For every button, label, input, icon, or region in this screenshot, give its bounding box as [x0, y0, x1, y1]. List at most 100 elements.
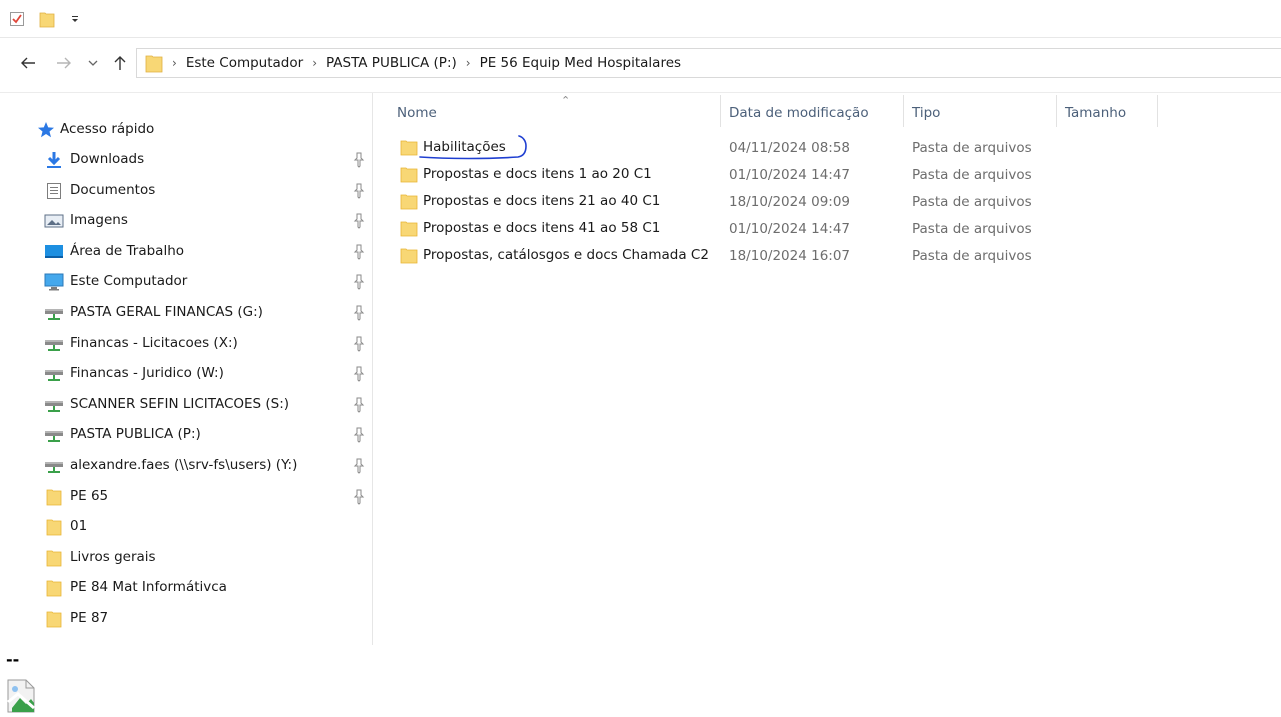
file-name[interactable]: Propostas, catálosgos e docs Chamada C2	[423, 247, 709, 263]
document-icon	[44, 181, 64, 201]
pin-icon[interactable]	[352, 274, 366, 291]
column-header-label: Tipo	[912, 105, 941, 121]
folder-icon	[400, 140, 418, 156]
column-header-name[interactable]: Nome ⌃	[389, 94, 719, 128]
file-date: 04/11/2024 08:58	[729, 140, 851, 156]
sidebar-item[interactable]: Livros gerais	[0, 543, 372, 573]
sidebar-item[interactable]: PASTA PUBLICA (P:)	[0, 420, 372, 450]
sidebar-item-label: Downloads	[70, 151, 145, 167]
recent-dropdown-icon[interactable]	[86, 52, 100, 74]
network-drive-icon	[44, 364, 64, 384]
file-row[interactable]: Propostas e docs itens 41 ao 58 C1 01/10/…	[394, 216, 1174, 243]
pin-icon[interactable]	[352, 366, 366, 382]
text-separator: --	[6, 650, 20, 669]
sidebar-item[interactable]: PE 87	[0, 604, 372, 634]
back-arrow-icon[interactable]	[16, 52, 40, 74]
sidebar-item[interactable]: Financas - Juridico (W:)	[0, 359, 372, 389]
breadcrumb-este-computador[interactable]: Este Computador	[186, 55, 303, 71]
sidebar-item-label: Financas - Licitacoes (X:)	[70, 334, 238, 351]
folder-icon	[44, 548, 64, 568]
file-name[interactable]: Propostas e docs itens 1 ao 20 C1	[423, 166, 652, 182]
file-date: 01/10/2024 14:47	[729, 167, 851, 183]
sidebar-item-label: Este Computador	[70, 273, 188, 290]
computer-icon	[44, 272, 64, 292]
sidebar-item-label: alexandre.faes (\\srv-fs\users) (Y:)	[70, 457, 298, 473]
star-icon	[36, 120, 56, 140]
sidebar-item-label: PASTA GERAL FINANCAS (G:)	[70, 304, 263, 320]
pin-icon[interactable]	[352, 244, 366, 260]
breadcrumb-chevron-icon[interactable]: ›	[312, 56, 317, 70]
file-row[interactable]: Propostas, catálosgos e docs Chamada C2 1…	[394, 243, 1174, 270]
address-bar[interactable]: › Este Computador › PASTA PUBLICA (P:) ›…	[136, 48, 1281, 78]
forward-arrow-icon[interactable]	[52, 52, 76, 74]
sidebar-item-label: PE 65	[70, 487, 109, 504]
folder-icon	[44, 517, 64, 537]
column-header-type[interactable]: Tipo	[904, 98, 1056, 128]
customize-dropdown-icon[interactable]	[66, 10, 84, 28]
sidebar-item[interactable]: 01	[0, 512, 372, 542]
sidebar-item[interactable]: Imagens	[0, 206, 372, 236]
sidebar-item[interactable]: Documentos	[0, 176, 372, 206]
folder-icon	[400, 167, 418, 183]
sidebar-item[interactable]: alexandre.faes (\\srv-fs\users) (Y:)	[0, 451, 372, 481]
folder-icon	[400, 248, 418, 264]
column-header-size[interactable]: Tamanho	[1057, 98, 1157, 128]
sidebar-item-label: Área de Trabalho	[70, 242, 185, 259]
pin-icon[interactable]	[352, 427, 366, 444]
sidebar-item[interactable]: Financas - Licitacoes (X:)	[0, 329, 372, 359]
column-header-date[interactable]: Data de modificação	[721, 98, 903, 128]
breadcrumb-current-folder[interactable]: PE 56 Equip Med Hospitalares	[480, 55, 681, 71]
sidebar-item-label: Acesso rápido	[60, 121, 155, 137]
up-arrow-icon[interactable]	[108, 52, 132, 74]
pin-icon[interactable]	[352, 213, 366, 229]
file-row[interactable]: Propostas e docs itens 21 ao 40 C1 18/10/…	[394, 189, 1174, 216]
file-name[interactable]: Propostas e docs itens 41 ao 58 C1	[423, 220, 660, 236]
sidebar-item[interactable]: PE 84 Mat Informátivca	[0, 573, 372, 603]
broken-image-icon	[4, 678, 40, 713]
column-header-label: Nome	[397, 105, 437, 121]
pin-icon[interactable]	[352, 489, 366, 505]
sidebar-item[interactable]: PE 65	[0, 482, 372, 512]
sidebar-item-label: Documentos	[70, 181, 156, 198]
navigation-pane: Acesso rápido Downloads Documentos Imagens…	[0, 93, 373, 645]
file-type: Pasta de arquivos	[912, 221, 1032, 237]
sidebar-item-label: Financas - Juridico (W:)	[70, 365, 224, 382]
network-drive-icon	[44, 425, 64, 445]
sidebar-item-label: PASTA PUBLICA (P:)	[70, 426, 201, 443]
file-row[interactable]: Propostas e docs itens 1 ao 20 C1 01/10/2…	[394, 162, 1174, 189]
sidebar-item[interactable]: Área de Trabalho	[0, 237, 372, 267]
file-type: Pasta de arquivos	[912, 248, 1032, 264]
file-date: 18/10/2024 16:07	[729, 248, 851, 264]
pin-icon[interactable]	[352, 397, 366, 413]
network-drive-icon	[44, 395, 64, 415]
file-type: Pasta de arquivos	[912, 140, 1032, 156]
network-drive-icon	[44, 334, 64, 354]
sidebar-item-label: PE 87	[70, 610, 109, 626]
pin-icon[interactable]	[352, 336, 366, 352]
pin-icon[interactable]	[352, 183, 366, 199]
file-name[interactable]: Propostas e docs itens 21 ao 40 C1	[423, 193, 660, 209]
column-divider[interactable]	[1157, 95, 1158, 127]
sidebar-item[interactable]: PASTA GERAL FINANCAS (G:)	[0, 298, 372, 328]
properties-icon[interactable]	[8, 10, 26, 28]
sidebar-item[interactable]: SCANNER SEFIN LICITACOES (S:)	[0, 390, 372, 420]
sidebar-item-quick-access[interactable]: Acesso rápido	[0, 115, 372, 145]
desktop-icon	[44, 242, 64, 262]
breadcrumb-chevron-icon[interactable]: ›	[172, 56, 177, 70]
column-header-label: Data de modificação	[729, 105, 869, 121]
sort-ascending-icon: ⌃	[561, 94, 571, 107]
file-list: Nome ⌃ Data de modificação Tipo Tamanho …	[374, 93, 1281, 645]
breadcrumb-chevron-icon[interactable]: ›	[466, 56, 471, 70]
new-folder-icon[interactable]	[38, 10, 56, 28]
sidebar-item-label: 01	[70, 518, 88, 535]
network-drive-icon	[44, 456, 64, 476]
pin-icon[interactable]	[352, 152, 366, 168]
sidebar-item[interactable]: Downloads	[0, 145, 372, 175]
breadcrumb-pasta-publica[interactable]: PASTA PUBLICA (P:)	[326, 55, 457, 71]
column-header-label: Tamanho	[1065, 105, 1127, 121]
download-arrow-icon	[44, 150, 64, 170]
pin-icon[interactable]	[352, 305, 366, 321]
pictures-icon	[44, 211, 64, 231]
sidebar-item[interactable]: Este Computador	[0, 267, 372, 297]
pin-icon[interactable]	[352, 458, 366, 474]
